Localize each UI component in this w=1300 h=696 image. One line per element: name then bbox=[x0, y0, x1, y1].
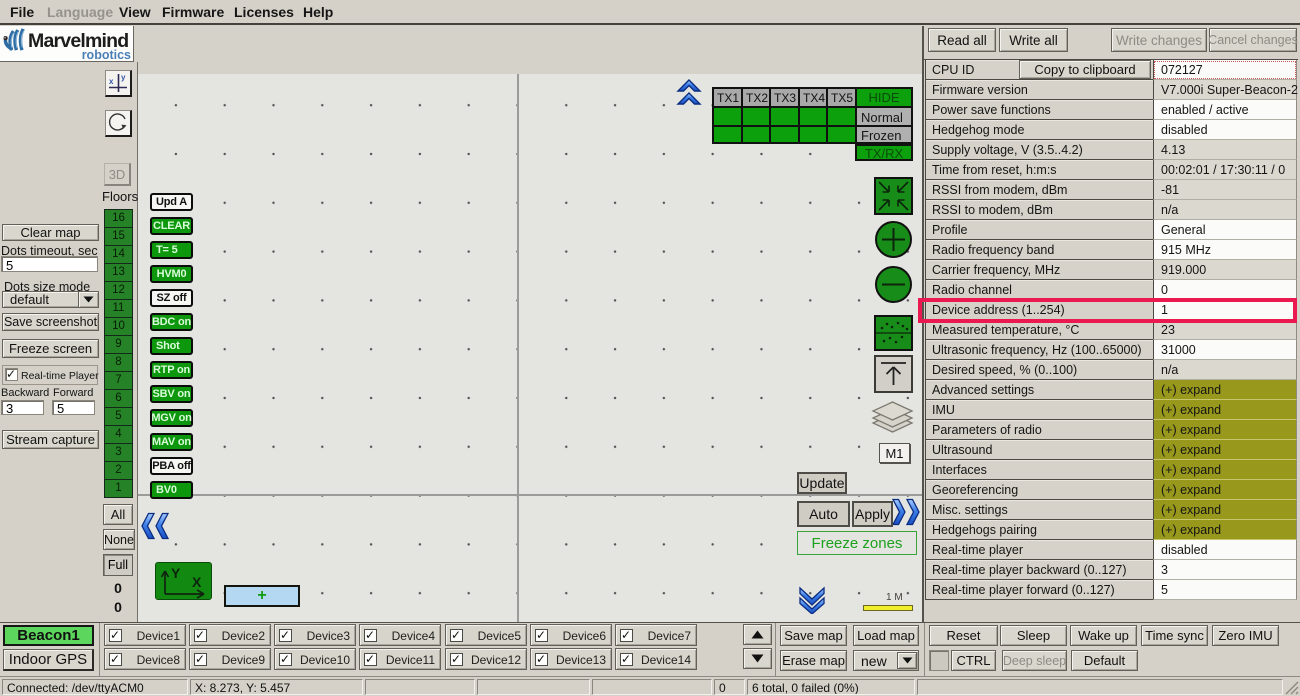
svg-text:Y: Y bbox=[171, 565, 181, 581]
svg-text:y: y bbox=[121, 73, 126, 82]
svg-text:x: x bbox=[109, 77, 114, 86]
svg-text:X: X bbox=[192, 574, 202, 590]
